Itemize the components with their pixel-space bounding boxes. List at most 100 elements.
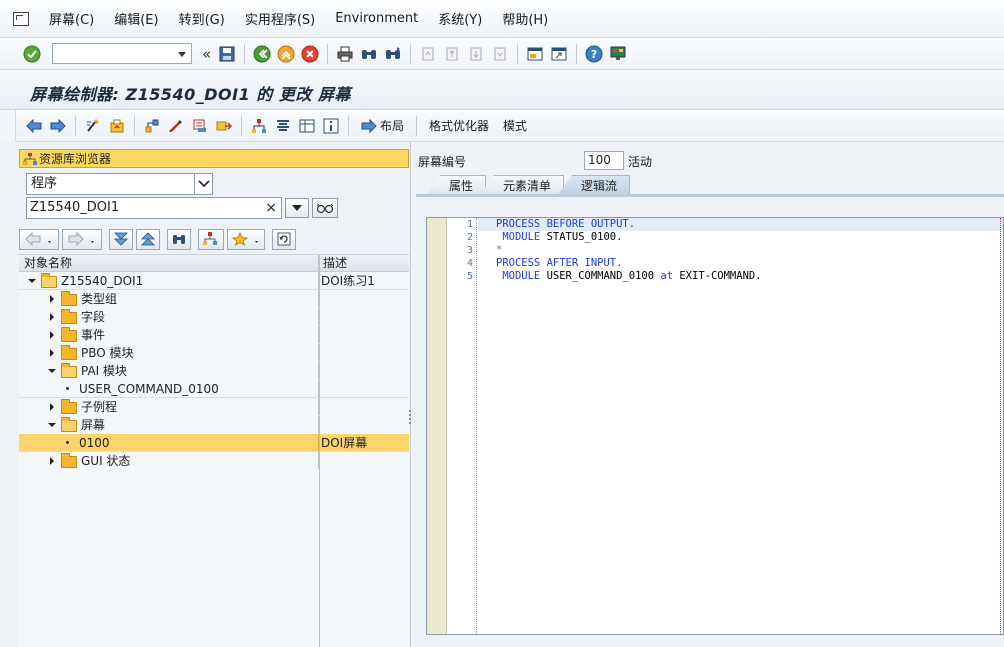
first-page-icon[interactable] <box>418 44 438 64</box>
collapse-button[interactable] <box>109 228 133 250</box>
code-line[interactable]: PROCESS BEFORE OUTPUT. <box>478 218 1003 231</box>
tree-row[interactable]: USER_COMMAND_0100 <box>19 380 409 398</box>
back-icon[interactable] <box>252 44 272 64</box>
collapse-arrow-icon[interactable] <box>27 278 37 283</box>
repository-browser-header[interactable]: 资源库浏览器 <box>19 149 409 168</box>
object-list-icon[interactable] <box>142 116 162 136</box>
expand-arrow-icon[interactable] <box>47 348 57 357</box>
find-next-icon[interactable] <box>383 44 403 64</box>
menu-environment[interactable]: Environment <box>325 11 428 26</box>
collapse-arrow-icon[interactable] <box>47 368 57 373</box>
find-in-tree-button[interactable] <box>167 228 191 250</box>
tree-row[interactable]: Z15540_DOI1 DOI练习1 <box>19 272 409 290</box>
new-session-icon[interactable] <box>525 44 545 64</box>
tree-node[interactable]: 字段 <box>19 308 319 325</box>
layout-button[interactable]: 布局 <box>361 117 404 134</box>
collapse-arrow-icon[interactable] <box>47 422 57 427</box>
tree-row[interactable]: PBO 模块 <box>19 344 409 362</box>
display-change-icon[interactable] <box>83 116 103 136</box>
tree-row[interactable]: 子例程 <box>19 398 409 416</box>
code-line[interactable]: MODULE STATUS_0100. <box>478 231 1003 244</box>
tree-node[interactable]: 屏幕 <box>19 416 319 433</box>
command-field[interactable] <box>52 43 192 64</box>
object-name-history-button[interactable] <box>285 198 309 218</box>
column-object-name[interactable]: 对象名称 <box>19 255 319 271</box>
column-description[interactable]: 描述 <box>319 255 409 271</box>
menu-help[interactable]: 帮助(H) <box>492 9 558 28</box>
tree-node[interactable]: GUI 状态 <box>19 452 319 469</box>
tab-element-list[interactable]: 元素清单 <box>480 175 565 195</box>
object-list-button[interactable] <box>198 228 224 250</box>
tree-row[interactable]: PAI 模块 <box>19 362 409 380</box>
tree-row[interactable]: 类型组 <box>19 290 409 308</box>
shortcut-icon[interactable] <box>549 44 569 64</box>
expand-arrow-icon[interactable] <box>47 294 57 303</box>
menu-goto[interactable]: 转到(G) <box>169 9 235 28</box>
menu-screen[interactable]: 屏幕(C) <box>39 9 104 28</box>
forward-arrow-icon[interactable] <box>48 116 68 136</box>
expand-arrow-icon[interactable] <box>47 456 57 465</box>
tree-row[interactable]: 事件 <box>19 326 409 344</box>
menu-edit[interactable]: 编辑(E) <box>104 9 168 28</box>
last-page-icon[interactable] <box>490 44 510 64</box>
find-icon[interactable] <box>359 44 379 64</box>
exit-icon[interactable] <box>276 44 296 64</box>
code-line[interactable]: * <box>478 244 1003 257</box>
info-icon[interactable] <box>321 116 341 136</box>
favorites-button[interactable] <box>227 228 265 250</box>
tree-node[interactable]: USER_COMMAND_0100 <box>19 380 319 397</box>
next-page-icon[interactable] <box>466 44 486 64</box>
where-used-icon[interactable] <box>190 116 210 136</box>
expand-arrow-icon[interactable] <box>47 312 57 321</box>
tree-node[interactable]: 0100 <box>19 434 319 451</box>
print-icon[interactable] <box>335 44 355 64</box>
object-name-input[interactable]: Z15540_DOI1 × <box>26 197 282 219</box>
format-optimizer-button[interactable]: 格式优化器 <box>429 117 489 134</box>
flow-logic-editor[interactable]: 1 2 3 4 5 PROCESS BEFORE OUTPUT. MODULE STAT… <box>426 217 1004 635</box>
tab-attributes[interactable]: 属性 <box>426 175 487 195</box>
window-menu-icon[interactable] <box>13 11 29 26</box>
object-type-select[interactable]: 程序 <box>26 173 213 195</box>
collapse-chevron-icon[interactable]: « <box>202 45 211 63</box>
mode-button[interactable]: 模式 <box>503 117 527 134</box>
tree-node[interactable]: PAI 模块 <box>19 362 319 379</box>
edit-pencil-icon[interactable] <box>166 116 186 136</box>
customize-layout-icon[interactable] <box>608 44 628 64</box>
tree-node[interactable]: PBO 模块 <box>19 344 319 361</box>
previous-object-button[interactable] <box>19 228 59 250</box>
clear-icon[interactable]: × <box>265 198 277 218</box>
code-line[interactable]: MODULE USER_COMMAND_0100 at EXIT-COMMAND… <box>478 270 1003 283</box>
tree-row[interactable]: 屏幕 <box>19 416 409 434</box>
cancel-icon[interactable] <box>300 44 320 64</box>
tree-row[interactable]: 字段 <box>19 308 409 326</box>
active-inactive-icon[interactable] <box>107 116 127 136</box>
expand-arrow-icon[interactable] <box>47 330 57 339</box>
pretty-printer-icon[interactable] <box>273 116 293 136</box>
screen-number-field[interactable]: 100 <box>584 151 624 170</box>
menu-utilities[interactable]: 实用程序(S) <box>235 9 325 28</box>
hierarchy-icon[interactable] <box>249 116 269 136</box>
expand-arrow-icon[interactable] <box>47 402 57 411</box>
tree-node[interactable]: 子例程 <box>19 398 319 415</box>
tree-row[interactable]: 0100 DOI屏幕 <box>19 434 409 452</box>
code-line[interactable]: PROCESS AFTER INPUT. <box>478 257 1003 270</box>
display-object-button[interactable] <box>312 198 338 218</box>
previous-page-icon[interactable] <box>442 44 462 64</box>
tab-flow-logic[interactable]: 逻辑流 <box>558 175 631 195</box>
help-icon[interactable]: ? <box>584 44 604 64</box>
enter-check-icon[interactable] <box>22 44 42 64</box>
tree-row[interactable]: GUI 状态 <box>19 452 409 470</box>
expand-button[interactable] <box>136 228 160 250</box>
element-list-icon[interactable] <box>297 116 317 136</box>
tree-node[interactable]: Z15540_DOI1 <box>19 272 319 289</box>
refresh-button[interactable] <box>272 228 296 250</box>
transport-icon[interactable] <box>214 116 234 136</box>
back-arrow-icon[interactable] <box>24 116 44 136</box>
menu-system[interactable]: 系统(Y) <box>428 9 492 28</box>
next-object-button[interactable] <box>62 228 102 250</box>
tree-node[interactable]: 类型组 <box>19 290 319 307</box>
code-area[interactable]: PROCESS BEFORE OUTPUT. MODULE STATUS_010… <box>478 218 1003 634</box>
save-icon[interactable] <box>217 44 237 64</box>
chevron-down-icon[interactable] <box>194 174 212 194</box>
tree-node[interactable]: 事件 <box>19 326 319 343</box>
